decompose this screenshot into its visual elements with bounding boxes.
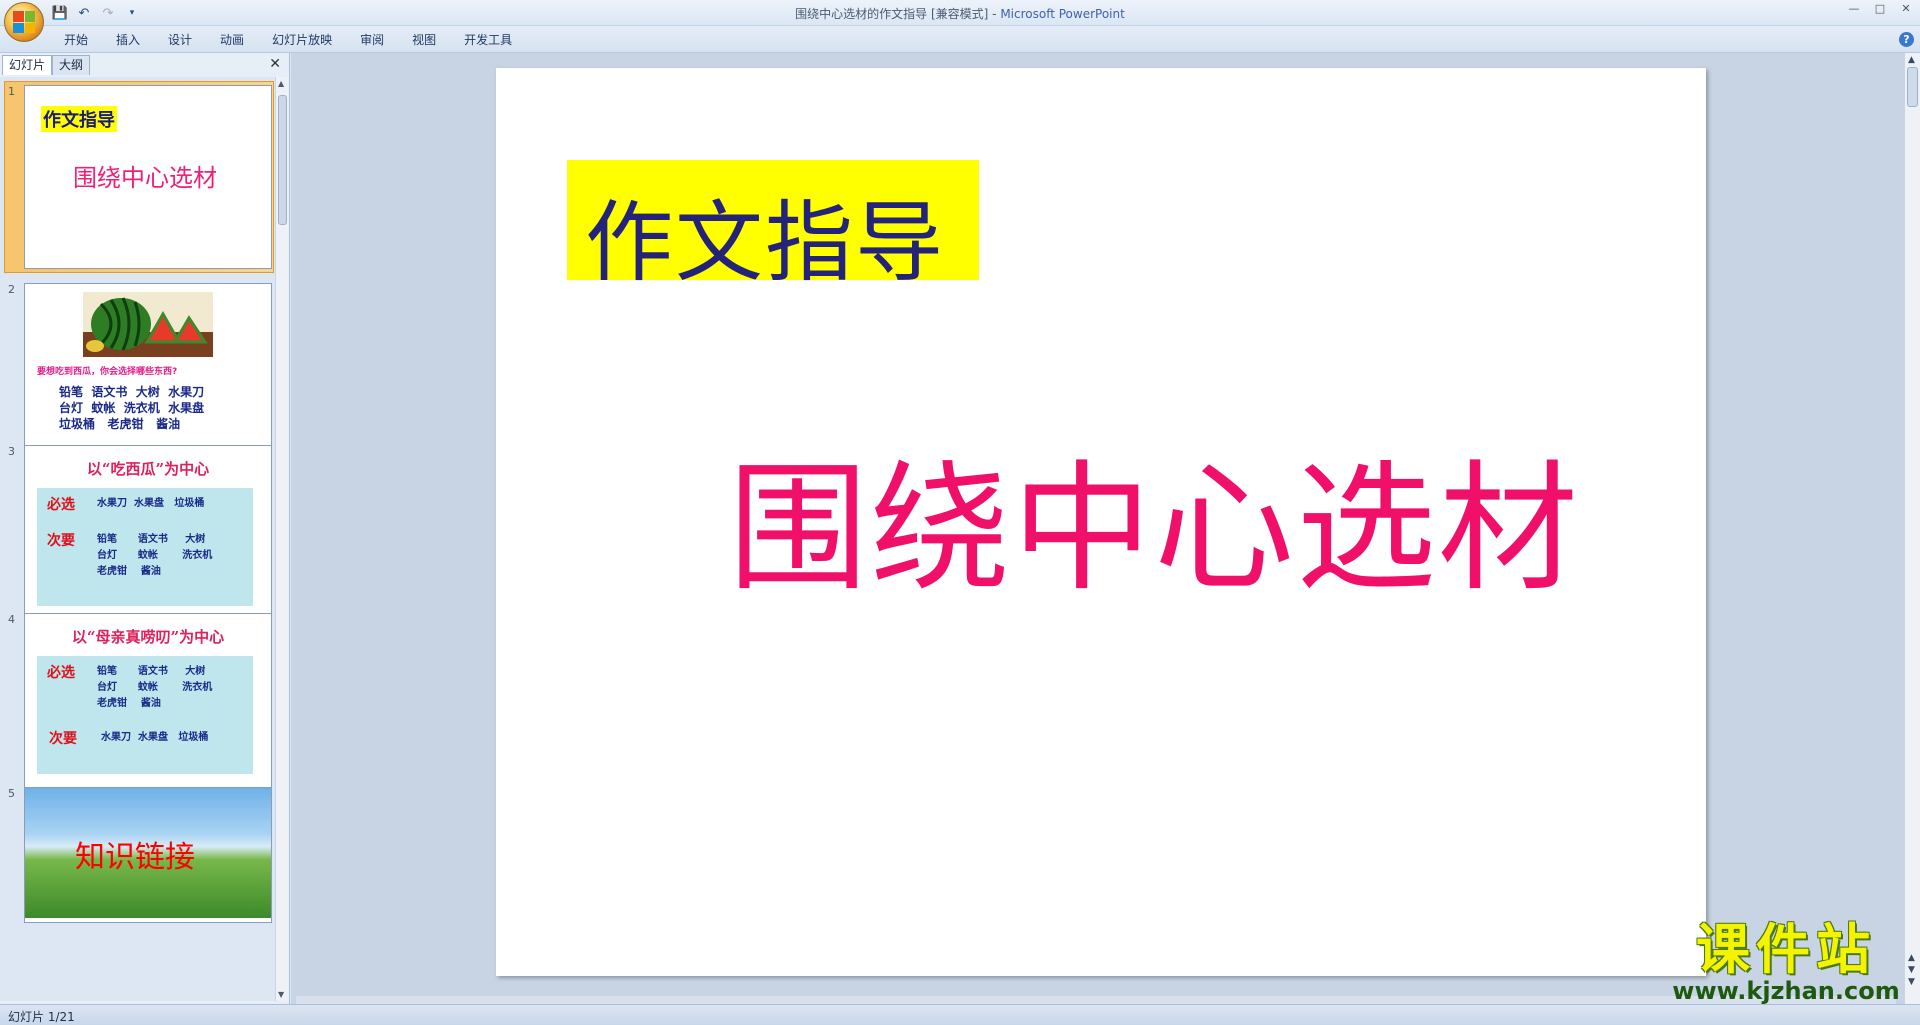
thumbnail-scrollbar[interactable]: ▲ ▼ xyxy=(275,77,289,1001)
slide-counter: 幻灯片 1/21 xyxy=(8,1010,75,1024)
slide-thumbnail-4[interactable]: 4 以“母亲真唠叨”为中心 必选 铅笔 语文书 大树 台灯 蚊帐 洗衣机 老虎钳… xyxy=(4,609,274,793)
scroll-down-icon[interactable]: ▼ xyxy=(1908,977,1915,987)
previous-slide-icon[interactable]: ▲ xyxy=(1908,953,1915,963)
slide-thumb-image: 以“母亲真唠叨”为中心 必选 铅笔 语文书 大树 台灯 蚊帐 洗衣机 老虎钳 酱… xyxy=(24,613,272,793)
thumb-title: 以“吃西瓜”为中心 xyxy=(86,460,210,478)
second-items: 水果刀 水果盘 垃圾桶 xyxy=(101,732,209,743)
slide-number: 1 xyxy=(8,85,15,98)
slide-number: 3 xyxy=(8,445,15,458)
office-logo-icon xyxy=(13,11,35,33)
title-bar: 💾 ↶ ↷ ▾ 围绕中心选材的作文指导 [兼容模式] - Microsoft P… xyxy=(0,0,1920,42)
thumb-content-box: 必选 水果刀 水果盘 垃圾桶 次要 铅笔 语文书 大树 台灯 蚊帐 洗衣机 老虎… xyxy=(37,488,253,606)
must-label: 必选 xyxy=(47,497,75,513)
slide-number: 2 xyxy=(8,283,15,296)
maximize-icon[interactable]: □ xyxy=(1872,2,1888,16)
slide-thumbnail-1[interactable]: 1 作文指导 围绕中心选材 xyxy=(4,81,274,277)
help-icon[interactable]: ? xyxy=(1899,32,1914,47)
must-items: 水果刀 水果盘 垃圾桶 xyxy=(97,498,205,509)
minimize-icon[interactable]: — xyxy=(1846,2,1862,16)
tab-insert[interactable]: 插入 xyxy=(102,31,154,49)
thumbnail-list: 1 作文指导 围绕中心选材 2 要想吃到西瓜，你会选择哪些东西? 铅笔 语文书 … xyxy=(0,77,276,1001)
thumb-title: 知识链接 xyxy=(75,840,195,875)
ribbon-tabs: 开始 插入 设计 动画 幻灯片放映 审阅 视图 开发工具 xyxy=(50,31,526,49)
pane-close-icon[interactable]: ✕ xyxy=(269,56,281,72)
slide-thumbnail-2[interactable]: 2 要想吃到西瓜，你会选择哪些东西? 铅笔 语文书 大树 水果刀 台灯 蚊帐 洗… xyxy=(4,279,274,463)
next-slide-icon[interactable]: ▼ xyxy=(1908,965,1915,975)
tab-outline[interactable]: 大纲 xyxy=(52,55,91,75)
slide-thumbnail-5[interactable]: 5 知识链接 xyxy=(4,783,274,923)
document-title: 围绕中心选材的作文指导 [兼容模式] xyxy=(795,7,989,21)
scroll-up-icon[interactable]: ▲ xyxy=(278,79,284,88)
office-button[interactable] xyxy=(4,2,44,42)
window-title: 围绕中心选材的作文指导 [兼容模式] - Microsoft PowerPoin… xyxy=(0,5,1920,22)
slide-number: 5 xyxy=(8,787,15,800)
close-icon[interactable]: ✕ xyxy=(1898,2,1914,16)
slide-thumb-image: 要想吃到西瓜，你会选择哪些东西? 铅笔 语文书 大树 水果刀 台灯 蚊帐 洗衣机… xyxy=(24,283,272,463)
pane-tabs: 幻灯片 大纲 xyxy=(2,55,91,75)
status-bar: 幻灯片 1/21 xyxy=(0,1004,1920,1025)
slide-thumb-image: 以“吃西瓜”为中心 必选 水果刀 水果盘 垃圾桶 次要 铅笔 语文书 大树 台灯… xyxy=(24,445,272,625)
thumb-title: 作文指导 xyxy=(41,106,117,132)
ribbon: 开始 插入 设计 动画 幻灯片放映 审阅 视图 开发工具 ? xyxy=(0,26,1920,53)
tab-animations[interactable]: 动画 xyxy=(206,31,258,49)
second-label: 次要 xyxy=(47,533,75,549)
slide-subtitle[interactable]: 围绕中心选材 xyxy=(728,416,1580,618)
slide-number: 4 xyxy=(8,613,15,626)
watermark-url: www.kjzhan.com xyxy=(1672,977,1900,1005)
scroll-down-icon[interactable]: ▼ xyxy=(278,990,284,999)
slide-thumb-image: 作文指导 围绕中心选材 xyxy=(24,85,272,269)
title-box[interactable]: 作文指导 xyxy=(567,160,979,294)
tab-review[interactable]: 审阅 xyxy=(346,31,398,49)
tab-view[interactable]: 视图 xyxy=(398,31,450,49)
watermelon-image xyxy=(83,292,213,357)
must-label: 必选 xyxy=(47,665,75,681)
tab-design[interactable]: 设计 xyxy=(154,31,206,49)
watermark-logo: 课件站 xyxy=(1696,918,1876,981)
editor-scrollbar[interactable]: ▲ ▲ ▼ ▼ xyxy=(1904,53,1920,1004)
scroll-thumb[interactable] xyxy=(278,95,287,225)
tab-home[interactable]: 开始 xyxy=(50,31,102,49)
app-name: Microsoft PowerPoint xyxy=(1000,7,1125,21)
window-controls: — □ ✕ xyxy=(1846,2,1914,16)
scroll-thumb[interactable] xyxy=(1907,67,1918,107)
slide-thumbnail-3[interactable]: 3 以“吃西瓜”为中心 必选 水果刀 水果盘 垃圾桶 次要 铅笔 语文书 大树 … xyxy=(4,441,274,625)
second-label: 次要 xyxy=(49,731,77,747)
slide-title[interactable]: 作文指导 xyxy=(585,172,945,299)
thumb-title: 以“母亲真唠叨”为中心 xyxy=(71,628,225,646)
horizontal-scrollbar[interactable] xyxy=(296,996,1896,1004)
second-items: 铅笔 语文书 大树 台灯 蚊帐 洗衣机 老虎钳 酱油 xyxy=(97,534,213,577)
thumb-subtitle: 围绕中心选材 xyxy=(73,164,217,192)
scroll-up-icon[interactable]: ▲ xyxy=(1908,55,1915,65)
slide-thumb-image: 知识链接 xyxy=(24,787,272,923)
must-items: 铅笔 语文书 大树 台灯 蚊帐 洗衣机 老虎钳 酱油 xyxy=(97,666,213,709)
current-slide[interactable]: 作文指导 围绕中心选材 xyxy=(496,68,1706,976)
tab-developer[interactable]: 开发工具 xyxy=(450,31,526,49)
title-separator: - xyxy=(988,7,1001,21)
thumb-words: 铅笔 语文书 大树 水果刀 台灯 蚊帐 洗衣机 水果盘 垃圾桶 老虎钳 酱油 xyxy=(59,385,205,431)
site-watermark: 课件站 www.kjzhan.com xyxy=(1672,922,1900,1012)
tab-slides[interactable]: 幻灯片 xyxy=(2,55,53,75)
thumb-content-box: 必选 铅笔 语文书 大树 台灯 蚊帐 洗衣机 老虎钳 酱油 次要 水果刀 水果盘… xyxy=(37,656,253,774)
slides-pane: 幻灯片 大纲 ✕ 1 作文指导 围绕中心选材 2 要想吃到西瓜，你会选择哪些东西… xyxy=(0,53,290,1004)
tab-slideshow[interactable]: 幻灯片放映 xyxy=(258,31,346,49)
thumb-question: 要想吃到西瓜，你会选择哪些东西? xyxy=(37,367,178,377)
